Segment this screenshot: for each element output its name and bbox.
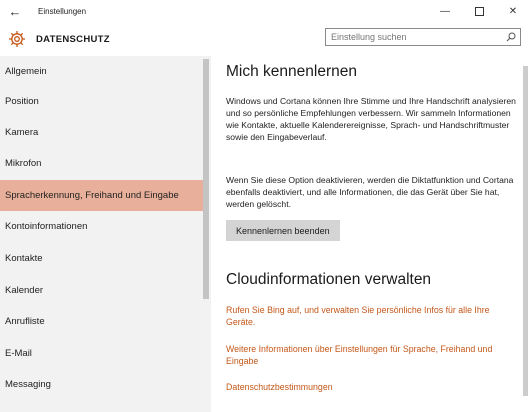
minimize-icon: —	[440, 5, 450, 17]
sidebar-item-kontoinformationen[interactable]: Kontoinformationen	[0, 211, 203, 242]
sidebar-item-label: Messaging	[5, 379, 51, 390]
page-title: DATENSCHUTZ	[36, 33, 110, 45]
section-description: Windows und Cortana können Ihre Stimme u…	[226, 96, 516, 142]
main-scrollbar[interactable]	[523, 66, 528, 396]
window-controls: — ✕	[428, 0, 530, 22]
search-box[interactable]	[325, 28, 521, 46]
sidebar-item-label: Kalender	[5, 285, 44, 296]
title-bar: ← Einstellungen — ✕	[0, 0, 530, 22]
gear-icon	[8, 30, 26, 48]
sidebar-item-allgemein[interactable]: Allgemein	[0, 56, 203, 87]
sidebar-item-label: Kamera	[5, 127, 39, 138]
sidebar-item-position[interactable]: Position	[0, 86, 203, 117]
back-arrow-icon: ←	[8, 3, 22, 19]
sidebar-item-label: Allgemein	[5, 66, 47, 77]
bing-personal-info-link[interactable]: Rufen Sie Bing auf, und verwalten Sie pe…	[226, 304, 516, 328]
stop-getting-to-know-button[interactable]: Kennenlernen beenden	[226, 220, 340, 241]
sidebar-item-messaging[interactable]: Messaging	[0, 369, 203, 400]
privacy-statement-link[interactable]: Datenschutzbestimmungen	[226, 381, 516, 393]
sidebar-item-kontakte[interactable]: Kontakte	[0, 243, 203, 274]
section-title-cloudinformationen: Cloudinformationen verwalten	[226, 271, 432, 288]
sidebar: Allgemein Position Kamera Mikrofon Sprac…	[0, 56, 211, 412]
sidebar-item-kalender[interactable]: Kalender	[0, 275, 203, 306]
sidebar-scrollbar[interactable]	[203, 59, 209, 299]
section-title-mich-kennenlernen: Mich kennenlernen	[226, 63, 357, 80]
search-icon[interactable]	[506, 32, 516, 42]
section-warning: Wenn Sie diese Option deaktivieren, werd…	[226, 175, 514, 209]
more-info-link[interactable]: Weitere Informationen über Einstellungen…	[226, 343, 516, 367]
sidebar-item-label: Kontoinformationen	[5, 221, 88, 232]
maximize-button[interactable]	[462, 0, 496, 22]
sidebar-item-spracherkennung[interactable]: Spracherkennung, Freihand und Eingabe	[0, 180, 203, 211]
sidebar-item-kamera[interactable]: Kamera	[0, 117, 203, 148]
sidebar-item-label: Mikrofon	[5, 158, 42, 169]
search-input[interactable]	[326, 31, 503, 43]
window-title: Einstellungen	[38, 6, 87, 16]
close-icon: ✕	[508, 5, 518, 17]
page-header: DATENSCHUTZ	[0, 22, 530, 56]
sidebar-item-label: Kontakte	[5, 253, 43, 264]
minimize-button[interactable]: —	[428, 0, 462, 22]
close-button[interactable]: ✕	[496, 0, 530, 22]
back-button[interactable]: ←	[0, 0, 30, 22]
main-content: Mich kennenlernen Windows und Cortana kö…	[211, 56, 530, 412]
sidebar-item-email[interactable]: E-Mail	[0, 338, 203, 369]
maximize-icon	[474, 6, 484, 16]
sidebar-item-label: E-Mail	[5, 348, 32, 359]
sidebar-item-mikrofon[interactable]: Mikrofon	[0, 148, 203, 179]
sidebar-item-label: Position	[5, 96, 39, 107]
sidebar-item-anrufliste[interactable]: Anrufliste	[0, 306, 203, 337]
sidebar-item-label: Anrufliste	[5, 316, 45, 327]
sidebar-item-label: Spracherkennung, Freihand und Eingabe	[5, 190, 179, 201]
